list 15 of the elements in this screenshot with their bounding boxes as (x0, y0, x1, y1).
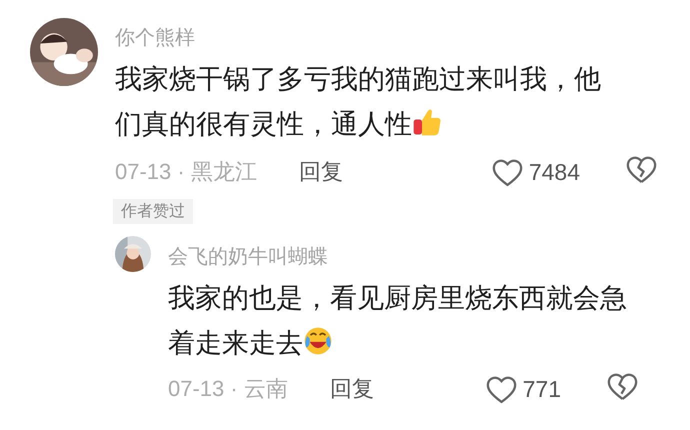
heart-icon[interactable] (486, 374, 517, 404)
author-liked-tag: 作者赞过 (113, 199, 193, 224)
comment-text: 我家烧干锅了多亏我的猫跑过来叫我，他们真的很有灵性，通人性 (115, 63, 602, 141)
like-count: 7484 (528, 158, 580, 186)
like-count: 771 (522, 376, 561, 402)
reply-link[interactable]: 回复 (330, 374, 374, 404)
heart-icon[interactable] (492, 158, 523, 186)
reply-link[interactable]: 回复 (298, 157, 343, 187)
broken-heart-icon[interactable] (607, 372, 638, 401)
thumbs-up-icon (412, 107, 442, 137)
laughing-emoji-icon (303, 326, 333, 356)
comment-text: 我家的也是，看见厨房里烧东西就会急着走来走去 (168, 282, 628, 360)
comment-date-location: 07-13 · 云南 (168, 375, 288, 403)
broken-heart-icon[interactable] (626, 155, 657, 184)
comment-date-location: 07-13 · 黑龙江 (115, 158, 257, 186)
